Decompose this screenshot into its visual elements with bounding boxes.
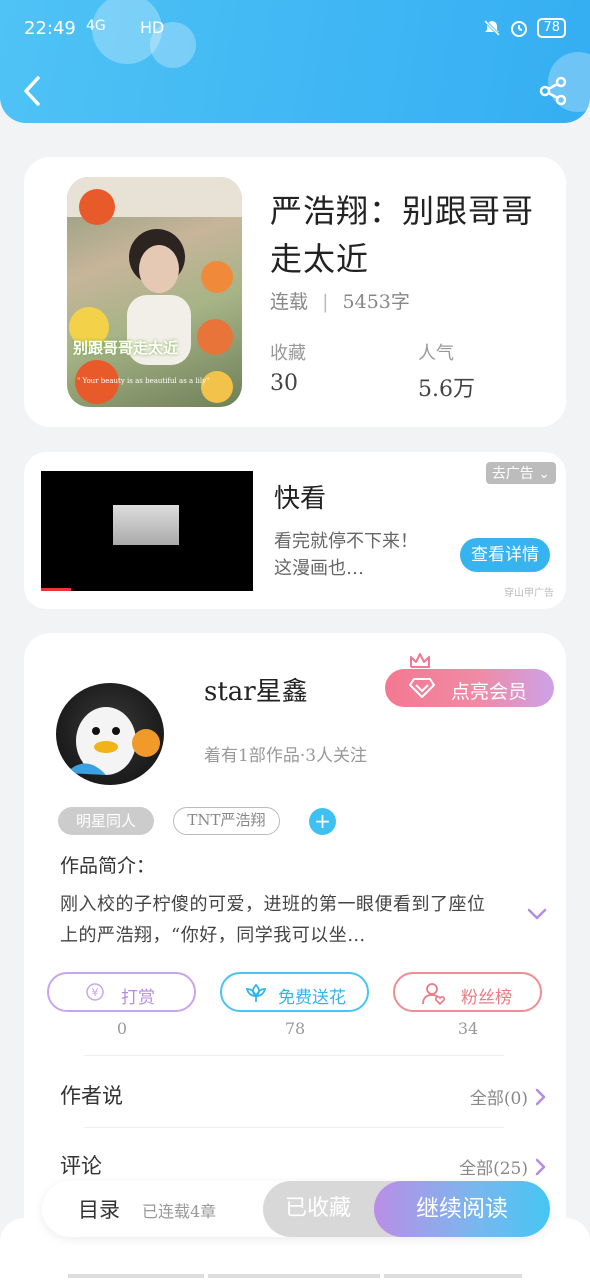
battery-icon: 78 [537,18,566,38]
toc-label: 目录 [78,1198,120,1222]
fan-ranking-icon [422,983,446,1006]
bottom-panel-line [208,1274,380,1278]
crown-icon [410,653,430,668]
remove-ad-label: 去广告 [491,466,534,482]
book-meta: 连载 | 5453字 [270,287,410,314]
bottom-panel-line [68,1274,204,1278]
back-icon[interactable] [20,74,46,108]
fan-ranking-label: 粉丝榜 [461,988,512,1008]
comments-link[interactable]: 全部(25) [459,1154,546,1179]
network-indicator: 4G [86,18,106,34]
reward-label: 打赏 [121,988,155,1008]
author-says-title: 作者说 [60,1084,123,1108]
header: 22:49 4G HD 78 [0,0,590,123]
book-title: 严浩翔：别跟哥哥走太近 [270,192,535,278]
reward-button[interactable]: ¥ 打赏 [47,972,196,1012]
toc-status: 已连载4章 [142,1202,217,1221]
hd-indicator: HD [140,18,165,37]
fan-count: 34 [457,1019,479,1038]
ad-title: 快看 [274,484,327,514]
ad-video-thumbnail [113,505,179,545]
add-tag-button[interactable]: + [309,808,336,835]
ad-card[interactable]: 快看 看完就停不下来！这漫画也… 去广告 ⌄ 查看详情 穿山甲广告 [24,452,566,609]
expand-chevron-icon[interactable] [526,903,548,925]
ad-video[interactable] [41,471,253,591]
diamond-icon [409,678,435,698]
bottom-panel-line [384,1274,522,1278]
send-flower-button[interactable]: 免费送花 [220,972,369,1012]
author-meta: 着有1部作品·3人关注 [204,746,368,766]
divider [84,1127,504,1128]
popularity-value: 5.6万 [418,377,475,402]
chevron-down-icon: ⌄ [538,466,550,482]
status-right: 78 [483,18,566,38]
book-info-card: 别跟哥哥走太近 " Your beauty is as beautiful as… [24,157,566,427]
yen-coin-icon: ¥ [86,983,104,1001]
mute-icon [484,19,501,37]
fan-ranking-button[interactable]: 粉丝榜 [393,972,542,1012]
book-status: 连载 [270,291,309,313]
chevron-right-icon [535,1088,546,1105]
tag-chip[interactable]: 明星同人 [58,807,154,835]
author-says-link[interactable]: 全部(0) [470,1084,546,1109]
favorite-label: 已收藏 [284,1196,351,1221]
cover-title-text: 别跟哥哥走太近 [73,339,179,357]
reward-count: 0 [116,1019,128,1038]
avatar[interactable] [56,683,164,785]
meta-separator: | [322,291,329,313]
ad-source: 穿山甲广告 [504,588,554,599]
flower-icon [245,983,267,1002]
divider [84,1055,504,1056]
intro-label: 作品简介： [60,855,156,877]
flower-count: 78 [284,1019,306,1038]
comments-count: 全部(25) [459,1159,528,1179]
continue-reading-button[interactable]: 继续阅读 [374,1181,550,1237]
chevron-right-icon [535,1158,546,1175]
status-time: 22:49 [24,18,76,39]
author-name: star星鑫 [204,677,308,707]
send-flower-label: 免费送花 [278,988,346,1008]
book-cover[interactable]: 别跟哥哥走太近 " Your beauty is as beautiful as… [67,177,242,407]
avatar-illustration [66,707,160,775]
ad-description: 看完就停不下来！这漫画也… [274,531,418,579]
ad-video-progress [41,588,71,591]
status-bar: 22:49 4G HD 78 [24,18,566,44]
cover-illustration [67,177,242,404]
svg-text:¥: ¥ [92,986,99,999]
cover-caption: " Your beauty is as beautiful as a lily" [77,377,210,385]
author-says-count: 全部(0) [469,1089,528,1109]
book-word-count: 5453字 [342,291,410,313]
popularity-label: 人气 [418,343,454,364]
ad-cta-button[interactable]: 查看详情 [460,538,550,572]
share-icon[interactable] [538,76,568,106]
favorites-label: 收藏 [270,343,306,364]
bottom-action-bar: 目录 已连载4章 已收藏 继续阅读 [42,1181,550,1237]
remove-ad-button[interactable]: 去广告 ⌄ [485,462,556,484]
vip-button[interactable]: 点亮会员 [385,653,554,707]
table-of-contents-button[interactable]: 目录 已连载4章 [42,1181,263,1237]
favorites-value: 30 [270,371,298,396]
comments-title: 评论 [60,1154,102,1178]
vip-label: 点亮会员 [451,681,528,703]
alarm-icon [511,21,528,37]
tag-chip[interactable]: TNT严浩翔 [173,807,280,835]
intro-text: 刚入校的子柠傻的可爱，进班的第一眼便看到了座位上的严浩翔，“你好，同学我可以坐… [60,894,486,946]
